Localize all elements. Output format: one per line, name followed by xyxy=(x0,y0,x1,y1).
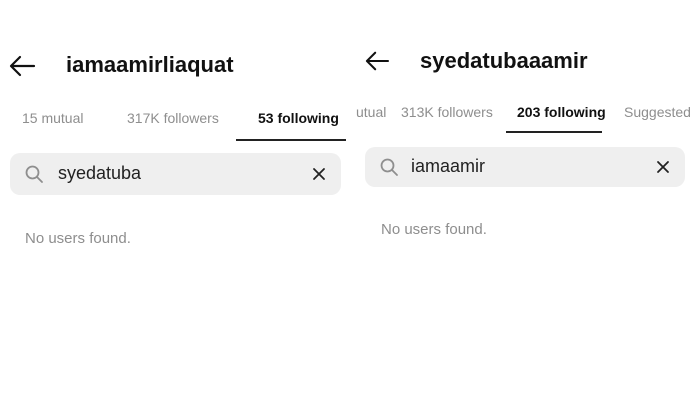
back-button[interactable] xyxy=(8,54,36,78)
search-icon xyxy=(380,158,398,176)
search-bar[interactable] xyxy=(10,153,341,195)
tab-mutual[interactable]: 15 mutual xyxy=(22,110,83,126)
search-icon xyxy=(25,165,43,183)
follow-tabs: utual 313K followers 203 following Sugge… xyxy=(352,98,700,134)
tab-following[interactable]: 203 following xyxy=(517,104,606,120)
back-button[interactable] xyxy=(364,50,392,74)
arrow-left-icon xyxy=(365,51,390,71)
profile-header: iamaamirliaquat xyxy=(0,46,346,86)
tab-followers[interactable]: 317K followers xyxy=(127,110,219,126)
search-input[interactable] xyxy=(58,162,298,184)
close-icon[interactable] xyxy=(311,166,327,182)
active-tab-indicator xyxy=(236,139,346,141)
tab-followers[interactable]: 313K followers xyxy=(401,104,493,120)
follow-tabs: 15 mutual 317K followers 53 following xyxy=(0,104,346,141)
tab-suggested[interactable]: Suggested xyxy=(624,104,691,120)
search-input[interactable] xyxy=(411,155,641,177)
profile-header: syedatubaaamir xyxy=(352,44,700,84)
right-screenshot-panel: syedatubaaamir utual 313K followers 203 … xyxy=(352,0,700,400)
close-icon[interactable] xyxy=(655,159,671,175)
search-bar[interactable] xyxy=(365,147,685,187)
empty-results-message: No users found. xyxy=(25,230,131,247)
profile-username: iamaamirliaquat xyxy=(66,52,234,77)
active-tab-indicator xyxy=(506,131,602,133)
empty-results-message: No users found. xyxy=(381,221,487,238)
profile-username: syedatubaaamir xyxy=(420,48,588,73)
tab-following[interactable]: 53 following xyxy=(258,110,339,126)
arrow-left-icon xyxy=(9,55,36,77)
tab-mutual[interactable]: utual xyxy=(356,104,386,120)
left-screenshot-panel: iamaamirliaquat 15 mutual 317K followers… xyxy=(0,0,346,400)
